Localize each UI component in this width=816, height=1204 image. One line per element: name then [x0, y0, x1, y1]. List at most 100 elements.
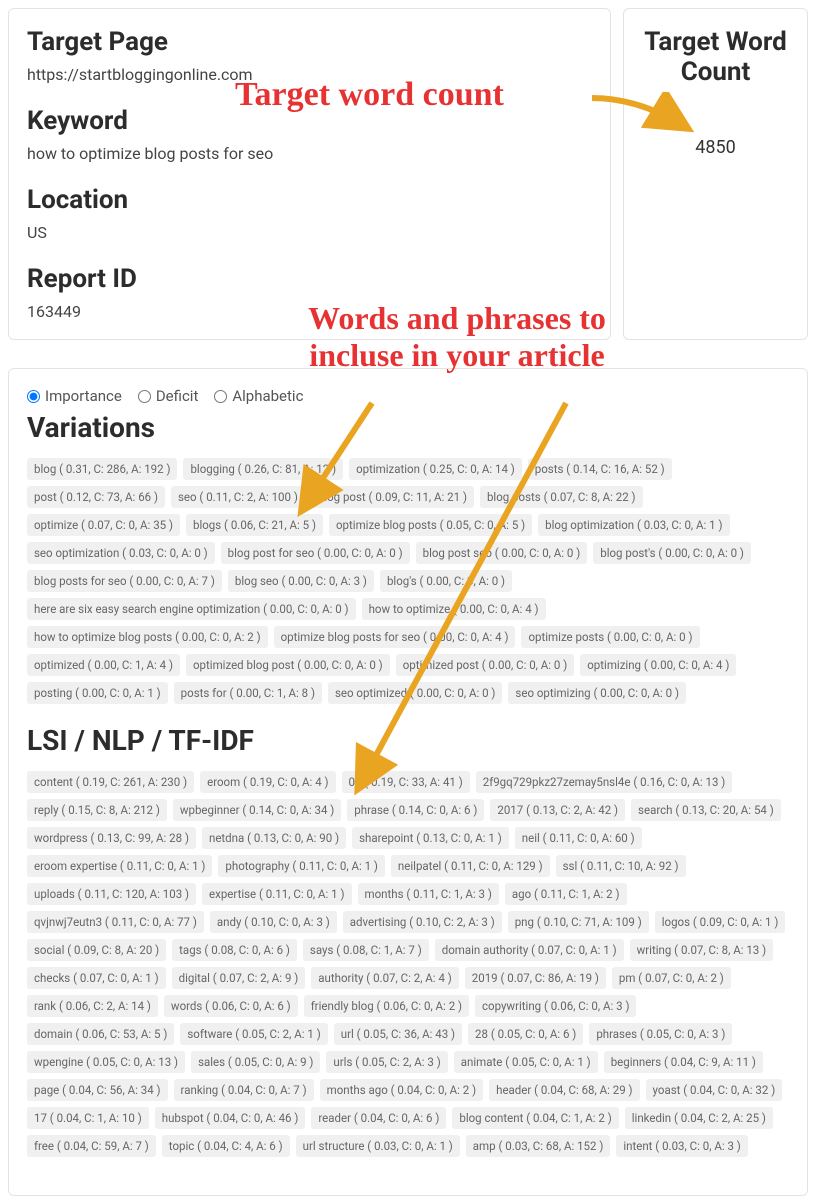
variations-tag[interactable]: optimize posts ( 0.00, C: 0, A: 0 ): [521, 626, 699, 648]
lsi-tag[interactable]: social ( 0.09, C: 8, A: 20 ): [27, 939, 166, 961]
lsi-tag[interactable]: linkedin ( 0.04, C: 2, A: 25 ): [625, 1107, 773, 1129]
variations-tag[interactable]: seo optimizing ( 0.00, C: 0, A: 0 ): [508, 682, 686, 704]
variations-tag[interactable]: blog seo ( 0.00, C: 0, A: 3 ): [228, 570, 374, 592]
sort-alphabetic[interactable]: Alphabetic: [214, 387, 303, 405]
lsi-tag[interactable]: pm ( 0.07, C: 0, A: 2 ): [612, 967, 731, 989]
variations-tag[interactable]: seo ( 0.11, C: 2, A: 100 ): [171, 486, 305, 508]
lsi-tag[interactable]: 28 ( 0.05, C: 0, A: 6 ): [468, 1023, 583, 1045]
lsi-tag[interactable]: page ( 0.04, C: 56, A: 34 ): [27, 1079, 168, 1101]
lsi-tag[interactable]: writing ( 0.07, C: 8, A: 13 ): [630, 939, 774, 961]
variations-tag[interactable]: optimization ( 0.25, C: 0, A: 14 ): [349, 458, 522, 480]
lsi-tag[interactable]: software ( 0.05, C: 2, A: 1 ): [180, 1023, 327, 1045]
variations-tag[interactable]: optimize blog posts for seo ( 0.00, C: 0…: [274, 626, 516, 648]
lsi-tag[interactable]: amp ( 0.03, C: 68, A: 152 ): [466, 1135, 611, 1157]
lsi-tag[interactable]: authority ( 0.07, C: 2, A: 4 ): [311, 967, 459, 989]
lsi-tag[interactable]: says ( 0.08, C: 1, A: 7 ): [303, 939, 429, 961]
variations-tag[interactable]: blog posts for seo ( 0.00, C: 0, A: 7 ): [27, 570, 222, 592]
lsi-tag[interactable]: uploads ( 0.11, C: 120, A: 103 ): [27, 883, 196, 905]
variations-tag[interactable]: optimized blog post ( 0.00, C: 0, A: 0 ): [186, 654, 390, 676]
lsi-tag[interactable]: topic ( 0.04, C: 4, A: 6 ): [162, 1135, 290, 1157]
lsi-tag[interactable]: header ( 0.04, C: 68, A: 29 ): [489, 1079, 639, 1101]
lsi-tag[interactable]: eroom expertise ( 0.11, C: 0, A: 1 ): [27, 855, 212, 877]
lsi-tag[interactable]: reader ( 0.04, C: 0, A: 6 ): [311, 1107, 446, 1129]
sort-alphabetic-radio[interactable]: [214, 390, 227, 403]
variations-tag[interactable]: blog post ( 0.09, C: 11, A: 21 ): [311, 486, 474, 508]
sort-importance-radio[interactable]: [27, 390, 40, 403]
variations-tag[interactable]: blog ( 0.31, C: 286, A: 192 ): [27, 458, 177, 480]
lsi-tag[interactable]: free ( 0.04, C: 59, A: 7 ): [27, 1135, 156, 1157]
variations-tag[interactable]: optimize ( 0.07, C: 0, A: 35 ): [27, 514, 180, 536]
lsi-tag[interactable]: phrase ( 0.14, C: 0, A: 6 ): [347, 799, 484, 821]
lsi-tag[interactable]: neil ( 0.11, C: 0, A: 60 ): [515, 827, 642, 849]
variations-tag[interactable]: how to optimize blog posts ( 0.00, C: 0,…: [27, 626, 268, 648]
lsi-tag[interactable]: wpbeginner ( 0.14, C: 0, A: 34 ): [173, 799, 341, 821]
lsi-tag[interactable]: expertise ( 0.11, C: 0, A: 1 ): [202, 883, 351, 905]
variations-tag[interactable]: posts ( 0.14, C: 16, A: 52 ): [528, 458, 672, 480]
lsi-tag[interactable]: andy ( 0.10, C: 0, A: 3 ): [210, 911, 337, 933]
lsi-tag[interactable]: months ago ( 0.04, C: 0, A: 2 ): [320, 1079, 484, 1101]
variations-tag[interactable]: optimizing ( 0.00, C: 0, A: 4 ): [580, 654, 736, 676]
lsi-tag[interactable]: search ( 0.13, C: 20, A: 54 ): [631, 799, 781, 821]
variations-tag[interactable]: how to optimize ( 0.00, C: 0, A: 4 ): [362, 598, 546, 620]
lsi-tag[interactable]: digital ( 0.07, C: 2, A: 9 ): [172, 967, 306, 989]
lsi-tag[interactable]: copywriting ( 0.06, C: 0, A: 3 ): [475, 995, 636, 1017]
lsi-tag[interactable]: url structure ( 0.03, C: 0, A: 1 ): [296, 1135, 460, 1157]
lsi-tag[interactable]: yoast ( 0.04, C: 0, A: 32 ): [646, 1079, 783, 1101]
sort-deficit[interactable]: Deficit: [138, 387, 199, 405]
lsi-tag[interactable]: domain authority ( 0.07, C: 0, A: 1 ): [435, 939, 624, 961]
variations-tag[interactable]: optimize blog posts ( 0.05, C: 0, A: 5 ): [329, 514, 532, 536]
variations-tag[interactable]: optimized ( 0.00, C: 1, A: 4 ): [27, 654, 180, 676]
lsi-tag[interactable]: wpengine ( 0.05, C: 0, A: 13 ): [27, 1051, 185, 1073]
lsi-tag[interactable]: 04 ( 0.19, C: 33, A: 41 ): [342, 771, 470, 793]
lsi-tag[interactable]: png ( 0.10, C: 71, A: 109 ): [508, 911, 649, 933]
lsi-tag[interactable]: intent ( 0.03, C: 0, A: 3 ): [616, 1135, 747, 1157]
variations-tag[interactable]: seo optimization ( 0.03, C: 0, A: 0 ): [27, 542, 215, 564]
variations-tag[interactable]: blog optimization ( 0.03, C: 0, A: 1 ): [538, 514, 729, 536]
lsi-tag[interactable]: tags ( 0.08, C: 0, A: 6 ): [172, 939, 297, 961]
lsi-tag[interactable]: 2019 ( 0.07, C: 86, A: 19 ): [465, 967, 606, 989]
lsi-tag[interactable]: reply ( 0.15, C: 8, A: 212 ): [27, 799, 167, 821]
lsi-tag[interactable]: ssl ( 0.11, C: 10, A: 92 ): [556, 855, 686, 877]
lsi-tag[interactable]: 17 ( 0.04, C: 1, A: 10 ): [27, 1107, 149, 1129]
lsi-tag[interactable]: qvjnwj7eutn3 ( 0.11, C: 0, A: 77 ): [27, 911, 204, 933]
variations-tag[interactable]: blog posts ( 0.07, C: 8, A: 22 ): [480, 486, 643, 508]
lsi-tag[interactable]: advertising ( 0.10, C: 2, A: 3 ): [343, 911, 502, 933]
variations-tag[interactable]: seo optimized ( 0.00, C: 0, A: 0 ): [328, 682, 502, 704]
lsi-tag[interactable]: sharepoint ( 0.13, C: 0, A: 1 ): [352, 827, 509, 849]
lsi-tag[interactable]: ago ( 0.11, C: 1, A: 2 ): [505, 883, 627, 905]
lsi-tag[interactable]: photography ( 0.11, C: 0, A: 1 ): [218, 855, 385, 877]
lsi-tag[interactable]: checks ( 0.07, C: 0, A: 1 ): [27, 967, 166, 989]
variations-tag[interactable]: post ( 0.12, C: 73, A: 66 ): [27, 486, 165, 508]
lsi-tag[interactable]: beginners ( 0.04, C: 9, A: 11 ): [604, 1051, 763, 1073]
lsi-tag[interactable]: phrases ( 0.05, C: 0, A: 3 ): [589, 1023, 732, 1045]
variations-tag[interactable]: blog post seo ( 0.00, C: 0, A: 0 ): [416, 542, 588, 564]
lsi-tag[interactable]: 2f9gq729pkz27zemay5nsl4e ( 0.16, C: 0, A…: [476, 771, 733, 793]
lsi-tag[interactable]: urls ( 0.05, C: 2, A: 3 ): [326, 1051, 447, 1073]
sort-deficit-radio[interactable]: [138, 390, 151, 403]
lsi-tag[interactable]: logos ( 0.09, C: 0, A: 1 ): [655, 911, 786, 933]
lsi-tag[interactable]: rank ( 0.06, C: 2, A: 14 ): [27, 995, 158, 1017]
lsi-tag[interactable]: months ( 0.11, C: 1, A: 3 ): [358, 883, 499, 905]
variations-tag[interactable]: blog post for seo ( 0.00, C: 0, A: 0 ): [221, 542, 410, 564]
variations-tag[interactable]: posts for ( 0.00, C: 1, A: 8 ): [174, 682, 322, 704]
sort-importance[interactable]: Importance: [27, 387, 122, 405]
lsi-tag[interactable]: words ( 0.06, C: 0, A: 6 ): [164, 995, 298, 1017]
variations-tag[interactable]: blog's ( 0.00, C: 3, A: 0 ): [380, 570, 512, 592]
lsi-tag[interactable]: friendly blog ( 0.06, C: 0, A: 2 ): [304, 995, 469, 1017]
lsi-tag[interactable]: url ( 0.05, C: 36, A: 43 ): [334, 1023, 462, 1045]
lsi-tag[interactable]: content ( 0.19, C: 261, A: 230 ): [27, 771, 194, 793]
lsi-tag[interactable]: neilpatel ( 0.11, C: 0, A: 129 ): [391, 855, 550, 877]
lsi-tag[interactable]: netdna ( 0.13, C: 0, A: 90 ): [202, 827, 346, 849]
lsi-tag[interactable]: 2017 ( 0.13, C: 2, A: 42 ): [490, 799, 625, 821]
variations-tag[interactable]: blogging ( 0.26, C: 81, A: 12 ): [183, 458, 343, 480]
lsi-tag[interactable]: blog content ( 0.04, C: 1, A: 2 ): [452, 1107, 618, 1129]
lsi-tag[interactable]: ranking ( 0.04, C: 0, A: 7 ): [174, 1079, 314, 1101]
lsi-tag[interactable]: domain ( 0.06, C: 53, A: 5 ): [27, 1023, 174, 1045]
variations-tag[interactable]: here are six easy search engine optimiza…: [27, 598, 356, 620]
lsi-tag[interactable]: animate ( 0.05, C: 0, A: 1 ): [454, 1051, 598, 1073]
lsi-tag[interactable]: wordpress ( 0.13, C: 99, A: 28 ): [27, 827, 196, 849]
variations-tag[interactable]: posting ( 0.00, C: 0, A: 1 ): [27, 682, 168, 704]
variations-tag[interactable]: optimized post ( 0.00, C: 0, A: 0 ): [396, 654, 575, 676]
lsi-tag[interactable]: eroom ( 0.19, C: 0, A: 4 ): [200, 771, 335, 793]
lsi-tag[interactable]: sales ( 0.05, C: 0, A: 9 ): [191, 1051, 320, 1073]
